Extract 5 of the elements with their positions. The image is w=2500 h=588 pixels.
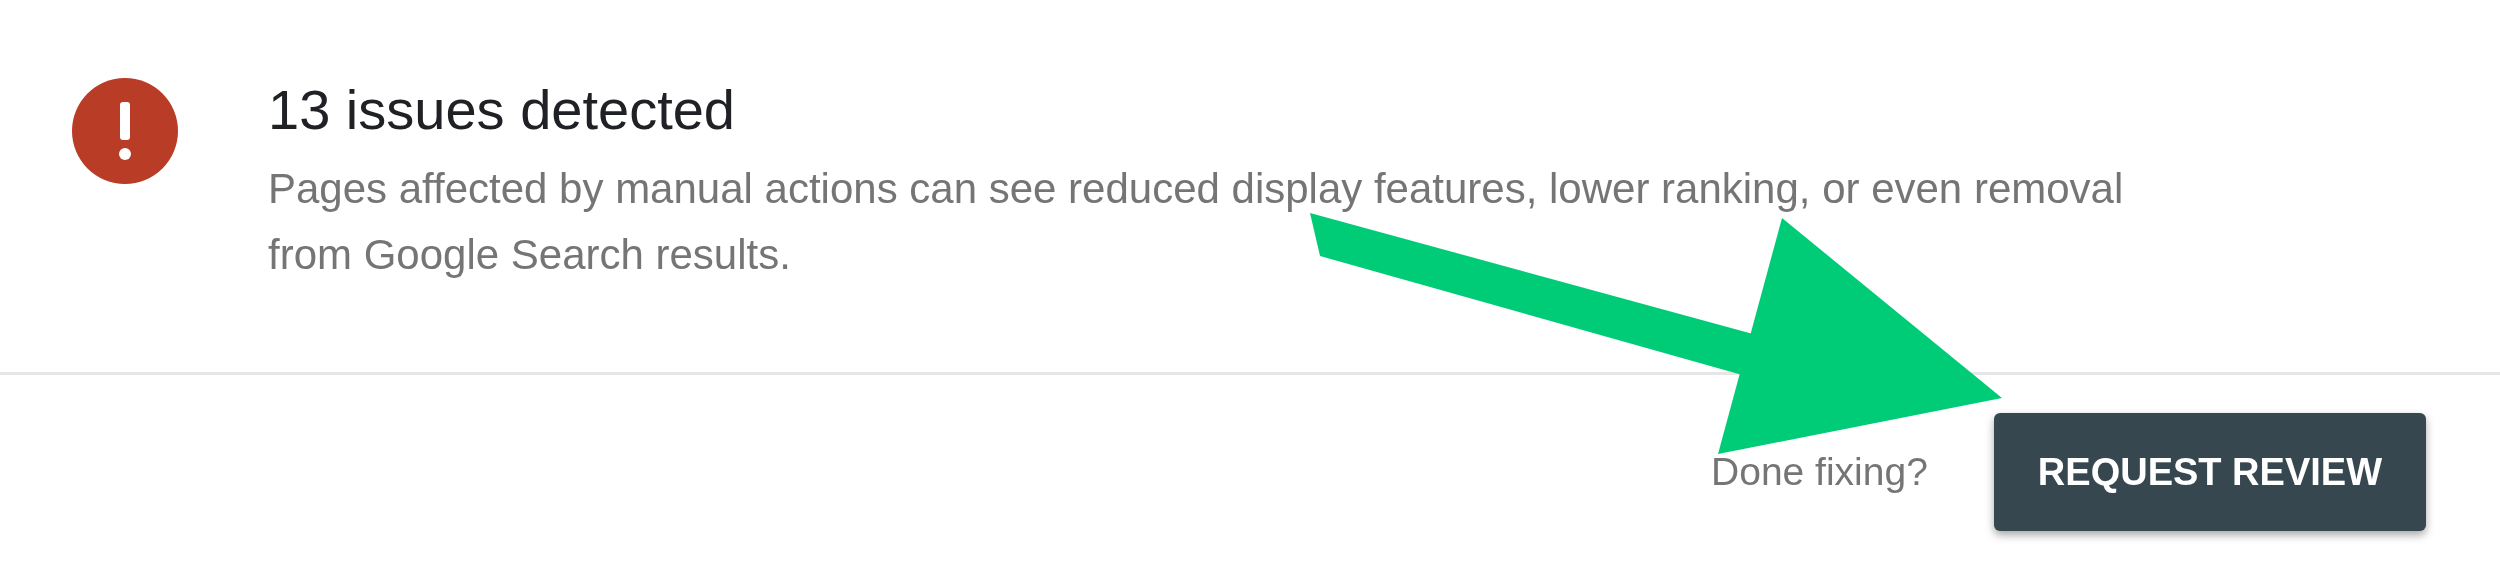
alert-title: 13 issues detected xyxy=(268,78,736,142)
done-fixing-prompt: Done fixing? xyxy=(1711,448,1928,495)
alert-description: Pages affected by manual actions can see reduced display features, lower ranking, or even removal from Google Search results. xyxy=(268,164,2125,280)
request-review-button[interactable]: REQUEST REVIEW xyxy=(1993,413,2426,531)
error-icon xyxy=(72,78,178,184)
